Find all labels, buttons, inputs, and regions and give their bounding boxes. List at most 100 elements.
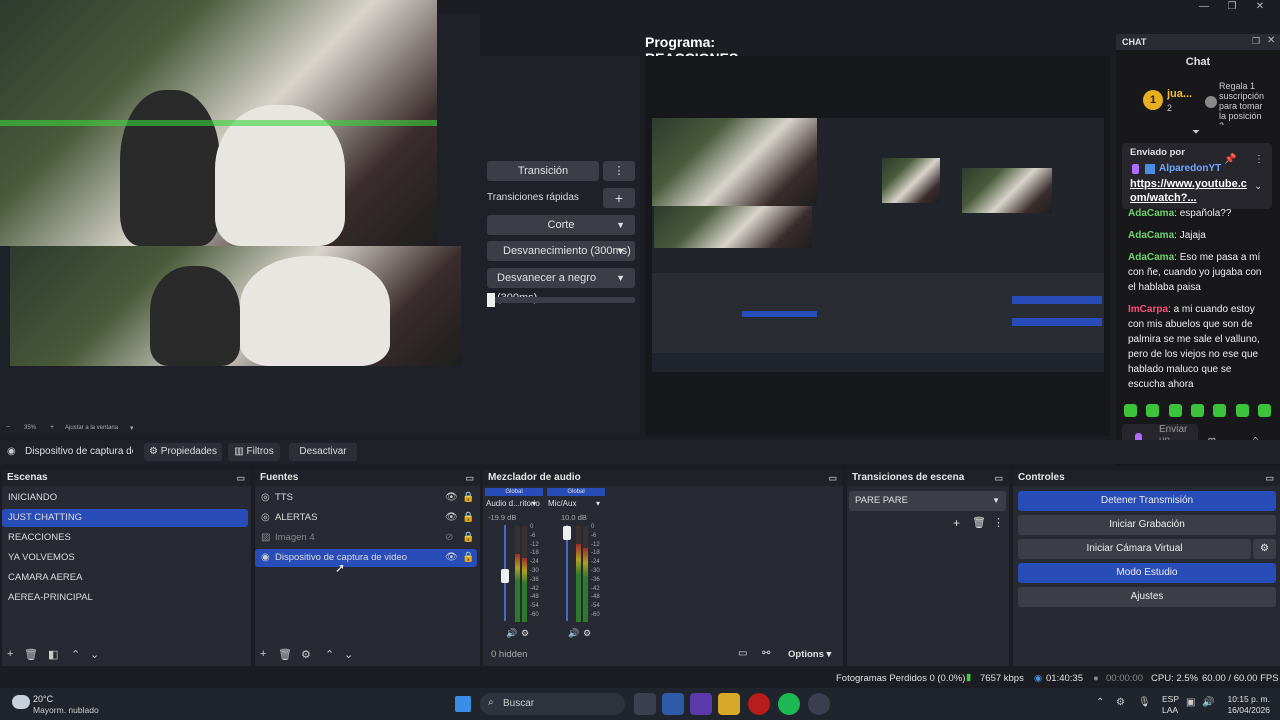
transition-button[interactable]: Transición	[487, 161, 599, 181]
lock-icon[interactable]: 🔒	[462, 512, 474, 523]
undock-icon[interactable]: ▭	[1265, 470, 1274, 486]
transition-slider[interactable]	[487, 297, 635, 303]
add-quick-transition-icon[interactable]: +	[603, 188, 635, 208]
scene-item[interactable]: AEREA-PRINCIPAL	[2, 589, 248, 607]
minimize-button[interactable]: —	[1192, 0, 1216, 14]
fit-window-select[interactable]: Ajustar a la ventana	[65, 425, 118, 431]
undock-icon[interactable]: ❐	[1252, 36, 1260, 47]
scene-item[interactable]: CAMARA AEREA	[2, 569, 248, 587]
taskbar-search[interactable]	[480, 693, 625, 715]
settings-button[interactable]: Ajustes	[1018, 587, 1276, 607]
mixer-options-button[interactable]: Options ▾	[788, 649, 831, 660]
channel-settings-icon[interactable]: ⚙	[521, 628, 529, 639]
store-icon[interactable]	[662, 693, 684, 715]
pinned-username[interactable]: AlparedonYT	[1159, 163, 1221, 174]
add-scene-icon[interactable]: +	[7, 648, 13, 660]
lock-icon[interactable]: 🔒	[462, 492, 474, 503]
scene-item-selected[interactable]: JUST CHATTING	[2, 509, 248, 527]
clock-date[interactable]: 16/04/2026	[1220, 705, 1270, 715]
chevron-down-icon[interactable]: ▾	[532, 499, 536, 508]
visibility-eye-icon[interactable]: 👁	[445, 492, 458, 503]
close-icon[interactable]: ✕	[1267, 35, 1275, 46]
gift-sub-text[interactable]: Regala 1 suscripción para tomar la posic…	[1219, 81, 1265, 125]
hidden-eye-icon[interactable]: ⊘	[445, 532, 453, 543]
lock-icon[interactable]: 🔒	[462, 552, 474, 563]
lock-icon[interactable]: 🔒	[462, 532, 474, 543]
studio-mode-button[interactable]: Modo Estudio	[1018, 563, 1276, 583]
scene-filters-icon[interactable]: ◧	[48, 648, 58, 661]
mic-tray-icon[interactable]: 🎙	[1138, 697, 1151, 708]
stop-streaming-button[interactable]: Detener Transmisión	[1018, 491, 1276, 511]
undock-icon[interactable]: ▭	[465, 470, 474, 486]
tray-icon[interactable]: ⚙	[1116, 697, 1125, 708]
source-settings-icon[interactable]: ⚙	[301, 648, 311, 661]
maximize-button[interactable]: ❐	[1220, 0, 1244, 14]
source-item-selected[interactable]: Dispositivo de captura de video	[255, 549, 477, 567]
source-item[interactable]: ALERTAS	[255, 509, 477, 527]
undock-icon[interactable]: ▭	[994, 470, 1003, 486]
add-source-icon[interactable]: +	[260, 648, 266, 660]
quick-transition-fade[interactable]: Desvanecimiento (300ms) ▼	[487, 241, 635, 261]
tray-chevron-icon[interactable]: ⌃	[1096, 697, 1104, 708]
volume-icon[interactable]: 🔊	[1202, 697, 1214, 708]
transition-slider-handle[interactable]	[487, 293, 495, 307]
file-explorer-icon[interactable]	[718, 693, 740, 715]
windows-start-icon[interactable]	[455, 696, 471, 712]
task-view-icon[interactable]	[634, 693, 656, 715]
move-down-icon[interactable]: ⌄	[90, 648, 99, 661]
link-icon[interactable]: ⚯	[762, 648, 770, 659]
pinned-link[interactable]: https://www.youtube.com/watch?...	[1130, 177, 1248, 205]
copilot-icon[interactable]	[690, 693, 712, 715]
move-up-icon[interactable]: ⌃	[325, 648, 334, 661]
more-icon[interactable]: ⋮	[1254, 154, 1264, 165]
filters-button[interactable]: ▥ Filtros	[228, 443, 280, 461]
add-transition-icon[interactable]: +	[953, 516, 960, 530]
volume-slider-handle[interactable]	[563, 526, 571, 540]
mixer-layout-icon[interactable]: ▭	[738, 648, 747, 659]
source-item[interactable]: TTS	[255, 489, 477, 507]
zoom-out-icon[interactable]: −	[6, 424, 10, 431]
opera-icon[interactable]	[748, 693, 770, 715]
undock-icon[interactable]: ▭	[828, 470, 837, 486]
close-button[interactable]: ✕	[1248, 0, 1272, 14]
chevron-down-icon[interactable]: ▾	[596, 499, 600, 508]
chevron-down-icon[interactable]: ▾	[130, 424, 134, 432]
clock-time[interactable]: 10:15 p. m.	[1220, 694, 1270, 704]
remove-source-icon[interactable]: 🗑	[278, 648, 292, 661]
virtual-camera-settings-icon[interactable]: ⚙	[1253, 539, 1276, 559]
visibility-eye-icon[interactable]: 👁	[445, 552, 458, 563]
spotify-icon[interactable]	[778, 693, 800, 715]
quick-transition-fade-black[interactable]: Desvanecer a negro (300ms)▼	[487, 268, 635, 304]
network-icon[interactable]: ▣	[1186, 697, 1195, 708]
transition-menu-icon[interactable]: ⋮	[993, 516, 1004, 529]
zoom-in-icon[interactable]: +	[50, 424, 54, 431]
speaker-icon[interactable]: 🔊	[568, 628, 579, 639]
quick-transition-cut[interactable]: Corte ▼	[487, 215, 635, 235]
scene-item[interactable]: YA VOLVEMOS	[2, 549, 248, 567]
move-down-icon[interactable]: ⌄	[344, 648, 353, 661]
remove-transition-icon[interactable]: 🗑	[972, 516, 986, 529]
speaker-icon[interactable]: 🔊	[506, 628, 517, 639]
weather-temp[interactable]: 20°C	[33, 694, 53, 704]
pin-icon[interactable]: 📌	[1224, 154, 1236, 165]
undock-icon[interactable]: ▭	[236, 470, 245, 486]
transition-select[interactable]: PARE PARE ▼	[849, 491, 1006, 511]
move-up-icon[interactable]: ⌃	[71, 648, 80, 661]
obs-icon[interactable]	[808, 693, 830, 715]
visibility-eye-icon[interactable]: 👁	[445, 512, 458, 523]
remove-scene-icon[interactable]: 🗑	[24, 648, 38, 661]
deactivate-button[interactable]: Desactivar	[289, 443, 357, 461]
weather-desc[interactable]: Mayorm. nublado	[33, 705, 99, 715]
scene-item[interactable]: INICIANDO	[2, 489, 248, 507]
properties-button[interactable]: ⚙ Propiedades	[144, 443, 222, 461]
more-options-icon[interactable]: ⋮	[603, 161, 635, 181]
start-virtual-camera-button[interactable]: Iniciar Cámara Virtual	[1018, 539, 1251, 559]
keyboard-layout[interactable]: LAA	[1162, 705, 1178, 715]
emote-row[interactable]	[1124, 404, 1274, 418]
collapse-icon[interactable]: ⏷	[1192, 127, 1200, 138]
channel-settings-icon[interactable]: ⚙	[583, 628, 591, 639]
language-code[interactable]: ESP	[1162, 694, 1179, 704]
chevron-down-icon[interactable]: ⌄	[1254, 181, 1262, 192]
source-item[interactable]: Imagen 4	[255, 529, 477, 547]
volume-slider-handle[interactable]	[501, 569, 509, 583]
